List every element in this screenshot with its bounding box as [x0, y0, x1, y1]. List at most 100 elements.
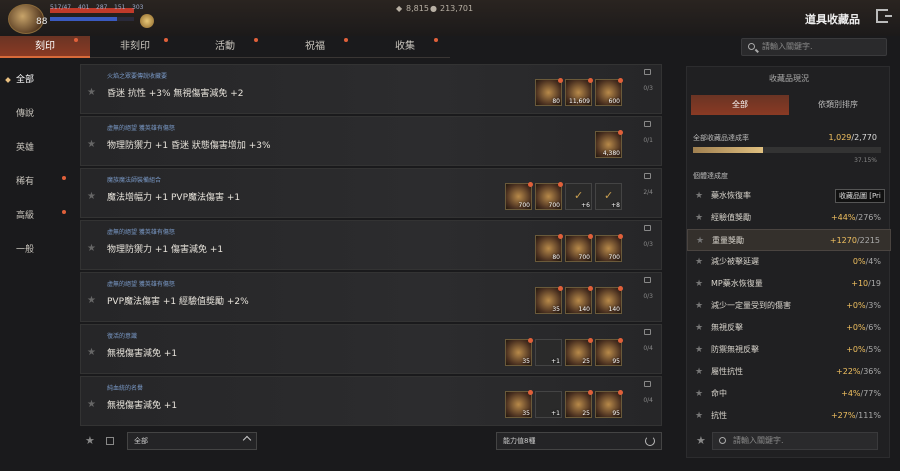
collection-row[interactable]: ★ 虛無的絕望 獲英雄有傷怒 物理防禦力 +1 傷害減免 +1 0/3 80 700 700 [80, 220, 662, 270]
item-slot[interactable]: 700 [595, 234, 623, 262]
collection-row[interactable]: ★ 虛無的絕望 獲英雄有傷怒 PVP魔法傷害 +1 經驗值獎勵 +2% 0/3 35 14… [80, 272, 662, 322]
item-slot[interactable]: 80 [535, 234, 563, 262]
panel-tab-0[interactable]: 全部 [691, 95, 789, 115]
star-icon[interactable]: ★ [695, 207, 703, 229]
star-icon[interactable]: ★ [695, 273, 703, 295]
collection-progress: 0/4 [643, 397, 653, 404]
item-slot[interactable]: 95 [595, 338, 623, 366]
sidebar-item-5[interactable]: 一般 [0, 236, 72, 270]
lock-icon[interactable] [644, 329, 651, 335]
panel-search-placeholder: 請輸入關鍵字. [733, 436, 784, 445]
stat-row[interactable]: ★ 防禦無視反擊 +0%/5% [687, 339, 891, 361]
stat-row[interactable]: ★藥水恢復率+7收藏品圖 [Pri [687, 185, 891, 207]
item-slot[interactable]: 35 [505, 390, 533, 418]
favorite-star-icon[interactable]: ★ [87, 347, 96, 358]
notification-dot [618, 390, 623, 395]
stat-row[interactable]: ★ 減少被擊延遲 0%/4% [687, 251, 891, 273]
item-slot[interactable]: 140 [595, 286, 623, 314]
item-slot[interactable]: 25 [565, 338, 593, 366]
lock-icon[interactable] [644, 277, 651, 283]
stat-current: +0% [846, 323, 866, 332]
favorite-star-icon[interactable]: ★ [87, 243, 96, 254]
star-icon[interactable]: ★ [695, 361, 703, 383]
collection-row[interactable]: ★ 復活的意識 無視傷害減免 +1 0/4 35 +1 25 95 [80, 324, 662, 374]
item-slot[interactable]: 25 [565, 390, 593, 418]
item-slot[interactable]: 700 [565, 234, 593, 262]
favorite-star-icon[interactable]: ★ [87, 191, 96, 202]
item-slot[interactable]: 80 [535, 78, 563, 106]
star-icon[interactable]: ★ [695, 295, 703, 317]
lock-filter-icon[interactable] [106, 437, 114, 445]
favorite-star-icon[interactable]: ★ [87, 399, 96, 410]
collection-row[interactable]: ★ 純血統的名譽 無視傷害減免 +1 0/4 35 +1 25 95 [80, 376, 662, 426]
item-slot[interactable]: 700 [535, 182, 563, 210]
item-slot[interactable]: ✓ +6 [565, 183, 592, 210]
star-icon[interactable]: ★ [695, 185, 703, 207]
collection-row[interactable]: ★ 火焰之眾要傳說收藏要 昏迷 抗性 +3% 無視傷害減免 +2 0/3 80 11,60… [80, 64, 662, 114]
favorite-star-icon[interactable]: ★ [87, 139, 96, 150]
item-slot[interactable]: 35 [505, 338, 533, 366]
item-slot[interactable]: 11,609 [565, 78, 593, 106]
sidebar-item-2[interactable]: 英雄 [0, 134, 72, 168]
tab-1[interactable]: 非刻印 [90, 36, 180, 58]
notification-dot [558, 182, 563, 187]
stat-value: +0%/3% [846, 295, 881, 317]
grade-filter-dropdown[interactable]: 全部 [127, 432, 257, 450]
star-icon[interactable]: ★ [695, 317, 703, 339]
stat-row[interactable]: ★ 重量獎勵 +1270/2215 [687, 229, 891, 251]
exit-icon[interactable] [876, 9, 892, 23]
tab-4[interactable]: 收集 [360, 36, 450, 58]
star-icon[interactable]: ★ [695, 339, 703, 361]
sidebar-item-1[interactable]: 傳說 [0, 100, 72, 134]
favorite-filter-icon[interactable]: ★ [85, 434, 95, 447]
sidebar-item-0[interactable]: 全部 [0, 66, 72, 100]
item-slot[interactable]: ✓ +8 [595, 183, 622, 210]
panel-tab-1[interactable]: 依類別排序 [789, 95, 887, 115]
lock-icon[interactable] [644, 69, 651, 75]
stat-row[interactable]: ★ 屬性抗性 +22%/36% [687, 361, 891, 383]
stat-sort-dropdown[interactable]: 能力值8種 [496, 432, 662, 450]
tab-0[interactable]: 刻印 [0, 36, 90, 58]
panel-search-input[interactable]: 請輸入關鍵字. [712, 432, 878, 450]
stat-row[interactable]: ★ 經驗值獎勵 +44%/276% [687, 207, 891, 229]
lock-icon[interactable] [644, 381, 651, 387]
collection-group: 虛無的絕望 獲英雄有傷怒 [107, 281, 175, 288]
collection-row[interactable]: ★ 虛無的絕望 獲英雄有傷怒 物理防禦力 +1 昏迷 狀態傷害增加 +3% 0/1 4,… [80, 116, 662, 166]
favorite-star-icon[interactable]: ★ [87, 87, 96, 98]
star-icon[interactable]: ★ [695, 405, 703, 427]
notification-dot [558, 286, 563, 291]
collection-row[interactable]: ★ 魔族魔法師裝備組合 魔法增幅力 +1 PVP魔法傷害 +1 2/4 700 700 ✓ +… [80, 168, 662, 218]
refresh-icon[interactable] [645, 436, 655, 446]
stat-row[interactable]: ★ 無視反擊 +0%/6% [687, 317, 891, 339]
medal-icon[interactable] [140, 14, 154, 28]
stat-row[interactable]: ★ 命中 +4%/77% [687, 383, 891, 405]
item-slot[interactable]: 600 [595, 78, 623, 106]
search-input[interactable]: 請輸入關鍵字. [741, 38, 887, 56]
lock-icon[interactable] [644, 121, 651, 127]
stat-row[interactable]: ★ MP藥水恢復量 +10/19 [687, 273, 891, 295]
item-slot[interactable]: +1 [535, 339, 562, 366]
star-icon[interactable]: ★ [695, 383, 703, 405]
item-slot[interactable]: 95 [595, 390, 623, 418]
tab-2[interactable]: 活動 [180, 36, 270, 58]
favorite-star-icon[interactable]: ★ [87, 295, 96, 306]
notification-dot [588, 286, 593, 291]
item-slot[interactable]: 700 [505, 182, 533, 210]
item-slot[interactable]: 140 [565, 286, 593, 314]
notification-dot [558, 78, 563, 83]
item-slot[interactable]: 4,380 [595, 130, 623, 158]
collection-group: 虛無的絕望 獲英雄有傷怒 [107, 229, 175, 236]
item-slot[interactable]: 35 [535, 286, 563, 314]
collection-effect: 昏迷 抗性 +3% 無視傷害減免 +2 [107, 89, 244, 99]
favorite-icon[interactable]: ★ [696, 434, 706, 447]
star-icon[interactable]: ★ [695, 251, 703, 273]
stat-row[interactable]: ★ 減少一定量受到的傷害 +0%/3% [687, 295, 891, 317]
item-slot[interactable]: +1 [535, 391, 562, 418]
lock-icon[interactable] [644, 173, 651, 179]
star-icon[interactable]: ★ [696, 230, 704, 252]
tab-3[interactable]: 祝福 [270, 36, 360, 58]
lock-icon[interactable] [644, 225, 651, 231]
sidebar-item-3[interactable]: 稀有 [0, 168, 72, 202]
sidebar-item-4[interactable]: 高級 [0, 202, 72, 236]
stat-row[interactable]: ★ 抗性 +27%/111% [687, 405, 891, 427]
